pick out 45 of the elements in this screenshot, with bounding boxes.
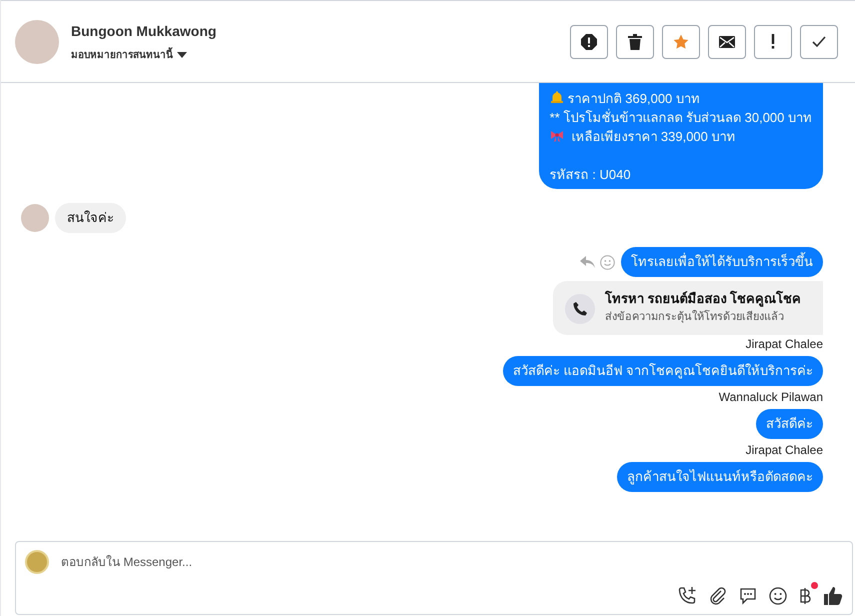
baht-icon	[799, 587, 811, 605]
sender-name: Jirapat Chalee	[746, 336, 823, 352]
avatar	[15, 20, 59, 64]
ribbon-icon	[550, 129, 564, 143]
phone-plus-icon	[677, 586, 697, 606]
assign-dropdown[interactable]: มอบหมายการสนทนานี้	[71, 48, 216, 62]
trash-icon	[628, 34, 642, 50]
avatar	[21, 204, 49, 232]
emoji-button[interactable]	[769, 587, 787, 605]
saved-reply-button[interactable]	[739, 587, 757, 605]
check-icon	[812, 36, 826, 47]
like-button[interactable]	[823, 586, 843, 606]
star-icon	[673, 34, 689, 50]
call-title: โทรหา รถยนต์มือสอง โชคคูณโชค	[605, 290, 802, 307]
phone-icon	[573, 302, 587, 316]
important-button[interactable]	[754, 24, 792, 58]
paperclip-icon	[709, 587, 727, 605]
call-button[interactable]	[677, 586, 697, 606]
chat-bubble-icon	[739, 587, 757, 605]
report-button[interactable]	[570, 24, 608, 58]
done-button[interactable]	[800, 24, 838, 58]
payment-button[interactable]	[799, 582, 818, 605]
exclamation-icon	[771, 34, 775, 49]
alert-icon	[581, 34, 597, 50]
message-bubble: สนใจค่ะ	[55, 203, 126, 233]
envelope-icon	[719, 36, 735, 48]
star-button[interactable]	[662, 24, 700, 58]
message-bubble: สวัสดีค่ะ	[756, 408, 823, 438]
delete-button[interactable]	[616, 24, 654, 58]
caret-icon	[177, 52, 187, 58]
sender-name: Jirapat Chalee	[746, 442, 823, 458]
smiley-icon	[769, 587, 787, 605]
bell-icon	[550, 91, 564, 105]
thumbs-up-icon	[823, 586, 843, 606]
message-bubble: ลูกค้าสนใจไฟแนนท์หรือตัดสดคะ	[617, 462, 823, 492]
page-avatar	[25, 550, 49, 574]
message-bubble: โทรเลยเพื่อให้ได้รับบริการเร็วขึ้น	[621, 247, 823, 277]
reply-input-field[interactable]: ตอบกลับใน Messenger...	[61, 553, 843, 571]
contact-name: Bungoon Mukkawong	[71, 22, 216, 41]
mail-button[interactable]	[708, 24, 746, 58]
message-bubble: สวัสดีค่ะ แอดมินอีฟ จากโชคคูณโชคยินดีให้บริการค่ะ	[502, 356, 823, 386]
call-subtitle: ส่งข้อความกระตุ้นให้โทรด้วยเสียงแล้ว	[605, 309, 785, 325]
sender-name: Wannaluck Pilawan	[718, 390, 823, 404]
message-bubble: ราคาปกติ 369,000 บาท ** โปรโมชั่นข้าวแลกลด รับส่วนลด 30,000 บาท เหลือเพียงราคา 339,000 บาท รหัสรถ : U040	[538, 83, 823, 189]
attach-button[interactable]	[709, 587, 727, 605]
